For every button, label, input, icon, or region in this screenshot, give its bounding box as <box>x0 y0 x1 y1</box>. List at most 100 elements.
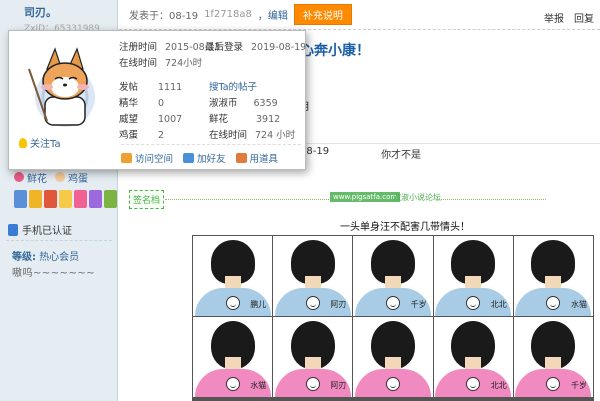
grid-tag: 北北 <box>490 381 507 390</box>
elite-value: 0 <box>158 98 165 109</box>
smiley-icon <box>385 296 400 310</box>
user-signature: 嗷呜~~~~~~~ <box>12 268 96 279</box>
reg-time-label: 注册时间 <box>119 42 158 53</box>
signature-divider <box>165 199 335 200</box>
avatar[interactable] <box>17 39 111 131</box>
grid-cell: 千岁 <box>353 236 433 316</box>
avatar-grid-image: 鹏儿 阿刃 千岁 北北 水猫 水猫 阿刃 北北 千岁 <box>192 235 594 401</box>
egg-label: 鸡蛋 <box>68 173 88 185</box>
medal-icon[interactable] <box>29 190 42 208</box>
grid-cell: 北北 <box>433 317 513 397</box>
visit-space-button[interactable]: 访问空间 <box>121 151 173 165</box>
phone-verified: 手机已认证 <box>8 222 72 237</box>
post-date: 发表于：08-19 <box>129 11 199 22</box>
lightbulb-icon <box>19 137 27 148</box>
coin-label: 淑淑币 <box>209 98 238 109</box>
row-text: 你才不是 <box>381 150 422 161</box>
reply-link[interactable]: 回复 <box>574 10 594 25</box>
grid-tag: 水猫 <box>570 300 587 309</box>
table-row: 08-19 你才不是 <box>300 143 600 161</box>
prestige-label: 威望 <box>119 114 139 125</box>
last-login: 最后登录 2019-08-19 <box>205 39 306 53</box>
flower-count-value: 3912 <box>256 114 281 125</box>
grid-tag: 阿刃 <box>330 381 347 390</box>
online-time-2-label: 在线时间 <box>209 130 248 141</box>
follow-button[interactable]: 关注Ta <box>19 135 61 150</box>
phone-verified-label: 手机已认证 <box>22 226 72 237</box>
smiley-icon <box>305 377 320 391</box>
flower-count: 鲜花 3912 <box>209 111 280 125</box>
smiley-icon <box>225 377 240 391</box>
grid-cell: 阿刃 <box>273 236 353 316</box>
watermark-site: 淑淑小说论坛 <box>393 193 441 202</box>
last-login-label: 最后登录 <box>205 42 244 53</box>
medal-icon[interactable] <box>74 190 87 208</box>
smiley-icon <box>225 296 240 310</box>
divider <box>6 240 112 241</box>
add-friend-button[interactable]: 加好友 <box>183 151 226 165</box>
grid-tag: 鹏儿 <box>250 300 267 309</box>
elite-count: 精华 0 <box>119 95 164 109</box>
add-note-button[interactable]: 补充说明 <box>293 4 352 25</box>
divider <box>121 144 301 145</box>
online-time-value: 724小时 <box>165 58 203 69</box>
grid-tag: 千岁 <box>570 381 587 390</box>
flower-count-label: 鲜花 <box>209 114 229 125</box>
medal-icon[interactable] <box>89 190 102 208</box>
edit-link[interactable]: ，编辑 <box>258 7 288 22</box>
post-count-label: 发帖 <box>119 82 139 93</box>
elite-label: 精华 <box>119 98 139 109</box>
online-time-2-value: 724 小时 <box>255 130 296 141</box>
signature-tag: 签名档 <box>129 190 165 209</box>
forum-post-page: 司刃。 ZxID：65331989 鲜花 鸡蛋 手机已认证 等级: 热心会员 嗷… <box>0 0 600 401</box>
post-actions: 举报 回复 <box>544 10 594 25</box>
search-posts-link[interactable]: 搜Ta的帖子 <box>209 79 257 93</box>
add-friend-label: 加好友 <box>197 154 226 165</box>
coin-count: 淑淑币 6359 <box>209 95 278 109</box>
visit-space-label: 访问空间 <box>135 154 174 165</box>
medal-icon[interactable] <box>44 190 57 208</box>
online-time-2: 在线时间 724 小时 <box>209 127 295 141</box>
medal-row <box>14 190 117 208</box>
user-profile-popup: 关注Ta 注册时间 2015-08-13 最后登录 2019-08-19 在线时间 7… <box>8 30 306 170</box>
report-link[interactable]: 举报 <box>544 10 564 25</box>
smiley-icon <box>305 296 320 310</box>
medal-icon[interactable] <box>14 190 27 208</box>
smiley-icon <box>385 377 400 391</box>
post-title: 心奔小康！ <box>300 43 370 59</box>
gift-row: 鲜花 鸡蛋 <box>14 170 114 185</box>
egg-count-label: 鸡蛋 <box>119 130 139 141</box>
watermark-badge: www.pigsatfa.com <box>330 192 401 202</box>
post-count-value: 1111 <box>158 82 183 93</box>
grid-cell: 水猫 <box>513 236 593 316</box>
post-hash: 1f2718a8 <box>204 9 252 20</box>
grid-cell: 水猫 <box>193 317 273 397</box>
online-time-label: 在线时间 <box>119 58 158 69</box>
grid-cell <box>353 317 433 397</box>
flower-icon <box>14 172 24 182</box>
coin-value: 6359 <box>253 98 278 109</box>
home-icon <box>121 153 132 163</box>
medal-icon[interactable] <box>59 190 72 208</box>
medal-icon[interactable] <box>104 190 117 208</box>
egg-gift[interactable]: 鸡蛋 <box>55 170 88 185</box>
grade-value[interactable]: 热心会员 <box>39 252 79 263</box>
signature-divider <box>436 199 546 200</box>
egg-count: 鸡蛋 2 <box>119 127 164 141</box>
egg-count-value: 2 <box>158 130 165 141</box>
grid-cell: 阿刃 <box>273 317 353 397</box>
use-tool-button[interactable]: 用道具 <box>235 151 278 165</box>
prestige-value: 1007 <box>158 114 183 125</box>
last-login-value: 2019-08-19 <box>251 42 307 53</box>
author-name[interactable]: 司刃。 <box>24 4 118 20</box>
flower-gift[interactable]: 鲜花 <box>14 170 47 185</box>
popup-actions: 访问空间 加好友 用道具 <box>121 151 278 165</box>
prestige-count: 威望 1007 <box>119 111 182 125</box>
image-caption: 一头单身汪不配害几带情头！ <box>340 222 470 233</box>
egg-icon <box>55 172 65 182</box>
author-header: 司刃。 ZxID：65331989 <box>0 0 118 34</box>
shiba-avatar-image <box>28 47 95 127</box>
grade-label: 等级: <box>12 252 36 263</box>
grid-cell: 北北 <box>433 236 513 316</box>
online-time: 在线时间 724小时 <box>119 55 202 69</box>
